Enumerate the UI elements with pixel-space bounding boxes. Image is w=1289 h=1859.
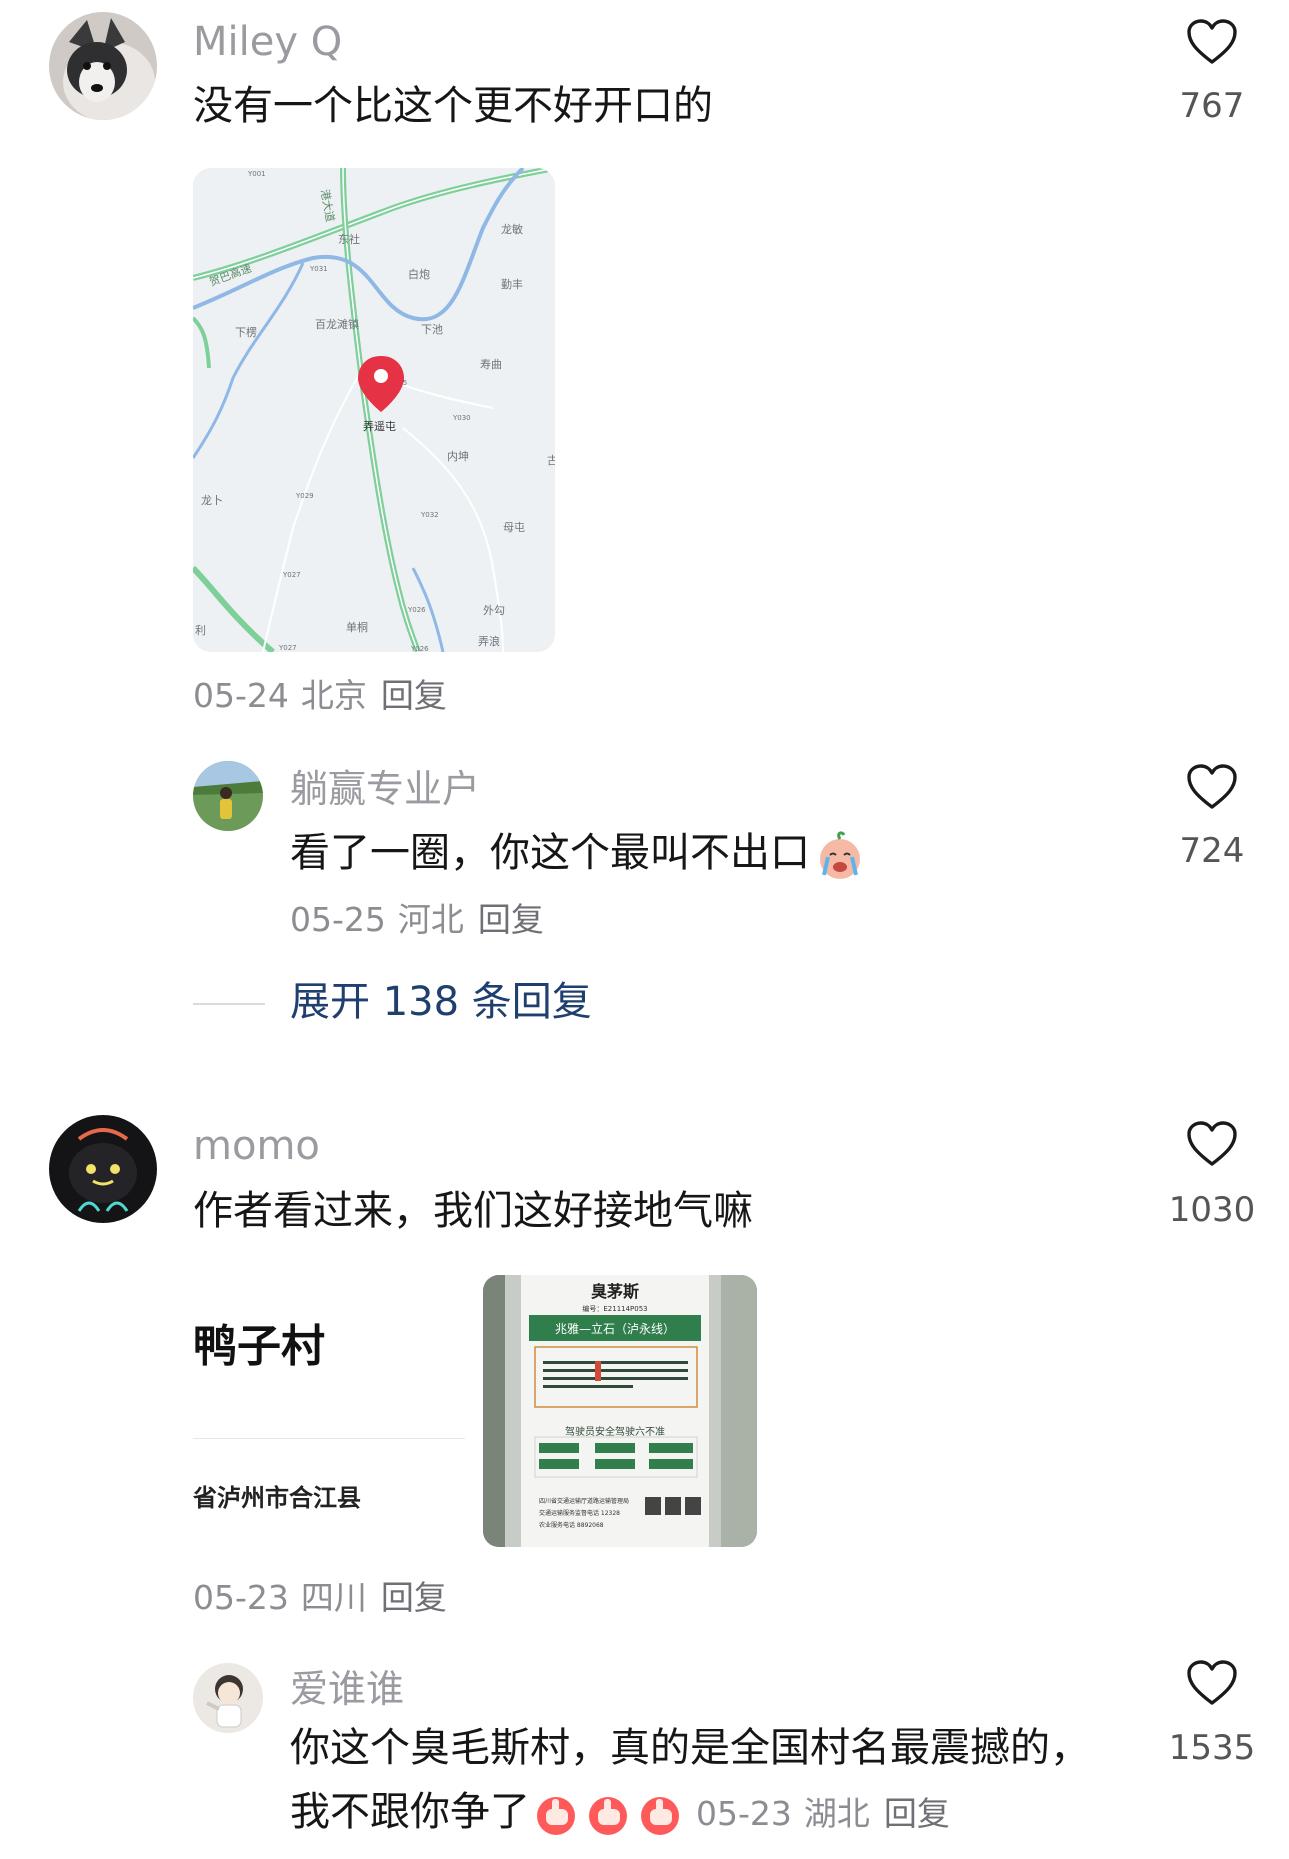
comment-username[interactable]: momo (193, 1122, 320, 1170)
reply-text-line-1: 你这个臭毛斯村，真的是全国村名最震撼的， (290, 1725, 1090, 1771)
svg-text:母屯: 母屯 (503, 521, 525, 534)
like-heart-icon[interactable] (1186, 763, 1238, 811)
reply-button[interactable]: 回复 (381, 674, 447, 718)
expand-replies-link[interactable]: 展开 138 条回复 (290, 978, 592, 1026)
svg-text:勤丰: 勤丰 (501, 278, 523, 291)
svg-text:下楞: 下楞 (235, 325, 257, 339)
reply-text-content: 看了一圈，你这个最叫不出口 (290, 830, 810, 876)
svg-text:寿曲: 寿曲 (480, 357, 502, 371)
like-count: 724 (1179, 831, 1245, 871)
reply-date: 05-25 (290, 900, 386, 939)
reply-text: 看了一圈，你这个最叫不出口 (290, 827, 866, 881)
sign-footer-1: 四川省交通运输厅道路运输管理局 (539, 1497, 629, 1505)
card-subtitle: 省泸州市合江县 (193, 1484, 361, 1512)
like-count: 1535 (1168, 1728, 1256, 1768)
avatar[interactable] (49, 12, 157, 120)
reply-location: 河北 (397, 900, 464, 939)
comment-date: 05-23 (193, 1578, 289, 1617)
svg-text:外勾: 外勾 (483, 604, 505, 617)
svg-text:龙敏: 龙敏 (501, 222, 523, 236)
comment-text: 作者看过来，我们这好接地气嘛 (193, 1188, 753, 1234)
comment-meta: 05-24 北京 回复 (193, 674, 447, 718)
svg-text:东社: 东社 (338, 232, 360, 246)
svg-text:Y032: Y032 (420, 511, 439, 519)
svg-text:Y026: Y026 (410, 645, 429, 652)
reply-button[interactable]: 回复 (478, 898, 544, 942)
expand-divider (193, 1003, 265, 1005)
svg-text:龙卜: 龙卜 (201, 494, 223, 507)
sign-footer-3: 农业服务电话 8892068 (539, 1521, 604, 1529)
reply-meta: 05-25 河北 回复 (290, 898, 544, 942)
svg-text:利: 利 (195, 624, 206, 637)
svg-text:百龙滩镇: 百龙滩镇 (315, 317, 359, 331)
svg-text:古: 古 (547, 454, 555, 467)
svg-text:Y026: Y026 (407, 606, 426, 614)
svg-text:单桐: 单桐 (346, 620, 368, 634)
avatar[interactable] (193, 1663, 263, 1733)
village-sign-image[interactable]: 臭茅斯 编号：E21114P053 兆雅—立石（泸永线） 驾驶员安全驾驶六不准 … (483, 1275, 757, 1547)
map-image[interactable]: Y001 Y031 X925 Y030 Y029 Y032 Y027 Y026 … (193, 168, 555, 652)
card-title: 鸭子村 (193, 1321, 325, 1372)
crying-face-emoji (814, 829, 866, 881)
sign-code: 编号：E21114P053 (582, 1304, 647, 1313)
sign-rule-title: 驾驶员安全驾驶六不准 (565, 1425, 665, 1438)
sign-route: 兆雅—立石（泸永线） (555, 1321, 675, 1336)
svg-text:弄遥屯: 弄遥屯 (363, 420, 396, 433)
comment-username[interactable]: Miley Q (193, 18, 342, 66)
sign-name: 臭茅斯 (591, 1282, 639, 1301)
reply-button[interactable]: 回复 (381, 1576, 447, 1620)
comment-text: 没有一个比这个更不好开口的 (193, 83, 713, 129)
map-svg: Y001 Y031 X925 Y030 Y029 Y032 Y027 Y026 … (193, 168, 555, 652)
card-divider (193, 1438, 465, 1439)
comment-location: 四川 (300, 1578, 367, 1617)
reply-meta: 05-23 湖北 回复 (696, 1792, 950, 1836)
husky-avatar-image (49, 12, 157, 120)
svg-text:Y031: Y031 (309, 265, 328, 273)
comment-location: 北京 (300, 676, 367, 715)
svg-text:下池: 下池 (421, 323, 443, 336)
reply-date: 05-23 (696, 1794, 792, 1833)
svg-text:Y030: Y030 (452, 414, 471, 422)
reply-username[interactable]: 躺赢专业户 (290, 765, 480, 813)
svg-text:弄浪: 弄浪 (478, 634, 500, 648)
reply-location: 湖北 (803, 1794, 870, 1833)
reply-button[interactable]: 回复 (884, 1792, 950, 1836)
comment-date: 05-24 (193, 676, 289, 715)
svg-text:内坤: 内坤 (447, 449, 469, 463)
sign-footer-2: 交通运输服务监督电话 12328 (539, 1509, 620, 1517)
reply-text-content: 我不跟你争了 (290, 1789, 530, 1835)
like-count: 767 (1179, 86, 1245, 126)
svg-text:Y029: Y029 (295, 492, 314, 500)
thumbs-up-emoji (534, 1791, 684, 1837)
like-heart-icon[interactable] (1186, 1659, 1238, 1707)
reply-username[interactable]: 爱谁谁 (290, 1665, 404, 1713)
svg-text:Y027: Y027 (278, 644, 297, 652)
like-heart-icon[interactable] (1186, 18, 1238, 66)
svg-text:白炮: 白炮 (408, 267, 430, 281)
avatar[interactable] (49, 1115, 157, 1223)
avatar[interactable] (193, 761, 263, 831)
svg-text:Y001: Y001 (247, 170, 266, 178)
svg-text:Y027: Y027 (282, 571, 301, 579)
like-heart-icon[interactable] (1186, 1120, 1238, 1168)
comment-meta: 05-23 四川 回复 (193, 1576, 447, 1620)
like-count: 1030 (1168, 1190, 1256, 1230)
reply-text-line-2: 我不跟你争了 05-23 湖北 回复 (290, 1786, 950, 1838)
